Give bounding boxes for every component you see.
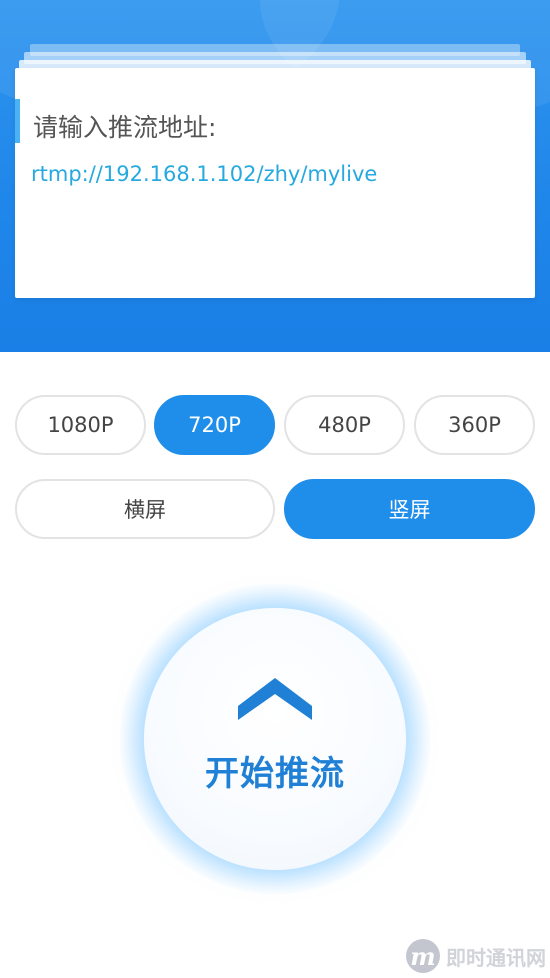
resolution-1080p-button[interactable]: 1080P xyxy=(15,395,146,455)
watermark: m 即时通讯网 xyxy=(406,938,546,974)
resolution-label: 480P xyxy=(318,413,371,437)
resolution-label: 720P xyxy=(188,413,241,437)
resolution-480p-button[interactable]: 480P xyxy=(284,395,405,455)
resolution-720p-button[interactable]: 720P xyxy=(154,395,275,455)
portrait-button[interactable]: 竖屏 xyxy=(284,479,535,539)
header-banner: 请输入推流地址: xyxy=(0,0,550,352)
start-stream-button[interactable]: 开始推流 xyxy=(144,608,406,870)
resolution-label: 1080P xyxy=(47,413,114,437)
stream-url-input[interactable] xyxy=(31,162,521,186)
start-stream-label: 开始推流 xyxy=(205,754,345,794)
url-label: 请输入推流地址: xyxy=(33,113,217,142)
landscape-button[interactable]: 横屏 xyxy=(15,479,275,539)
watermark-text: 即时通讯网 xyxy=(446,945,546,970)
url-card: 请输入推流地址: xyxy=(15,68,535,298)
card-accent-bar xyxy=(15,99,20,143)
watermark-logo: m xyxy=(406,939,440,973)
resolution-360p-button[interactable]: 360P xyxy=(414,395,535,455)
orientation-label: 横屏 xyxy=(124,498,166,522)
orientation-label: 竖屏 xyxy=(388,498,431,522)
chevron-up-icon xyxy=(238,678,312,720)
resolution-label: 360P xyxy=(448,413,501,437)
